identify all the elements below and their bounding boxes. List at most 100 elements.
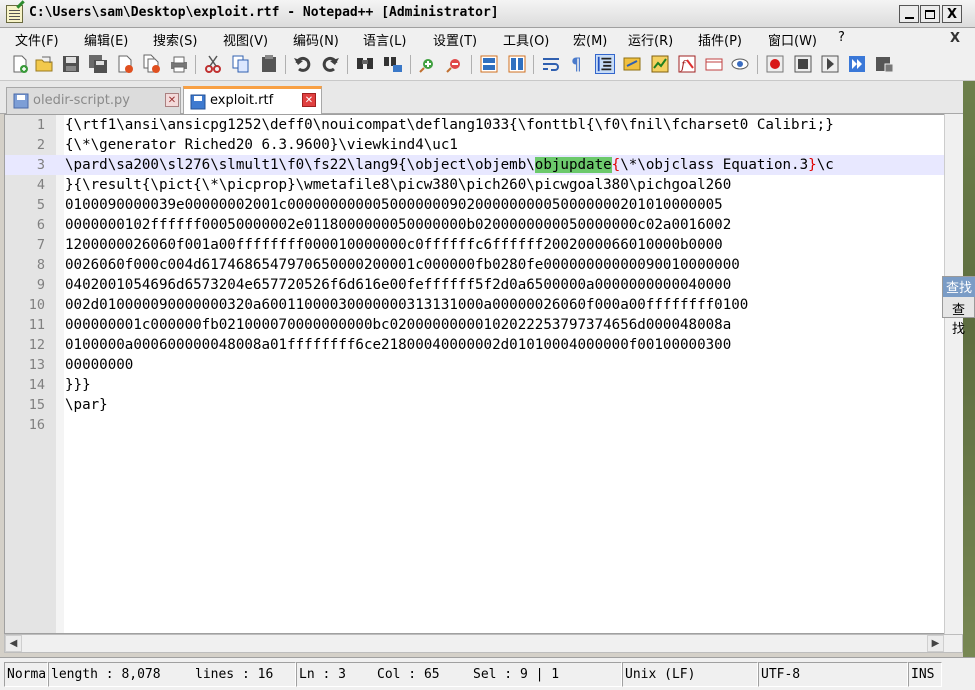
close-document-button[interactable]: X bbox=[950, 31, 960, 46]
close-all-icon[interactable] bbox=[142, 54, 162, 74]
line-text: 000000001c000000fb021000070000000000bc02… bbox=[65, 317, 732, 333]
run-macro-multiple-icon[interactable] bbox=[847, 54, 867, 74]
tab-oledir-script[interactable]: oledir-script.py ✕ bbox=[6, 87, 181, 114]
status-col-text: Col : 65 bbox=[377, 667, 440, 682]
line-text: {\rtf1\ansi\ansicpg1252\deff0\nouicompat… bbox=[65, 117, 834, 133]
toolbar-separator bbox=[347, 55, 348, 74]
copy-icon[interactable] bbox=[231, 54, 251, 74]
udl-icon[interactable] bbox=[622, 54, 642, 74]
paste-icon[interactable] bbox=[259, 54, 279, 74]
close-tab-button[interactable]: ✕ bbox=[165, 93, 179, 107]
line-number: 2 bbox=[36, 137, 45, 153]
close-tab-button[interactable]: ✕ bbox=[302, 93, 316, 107]
line-text: 002d010000090000000320a60011000030000000… bbox=[65, 297, 749, 313]
save-all-icon[interactable] bbox=[88, 54, 108, 74]
scroll-right-icon[interactable]: ▶ bbox=[927, 635, 944, 652]
print-icon[interactable] bbox=[169, 54, 189, 74]
save-macro-icon[interactable] bbox=[874, 54, 894, 74]
menu-macro[interactable]: 宏(M) bbox=[573, 30, 607, 49]
tab-label: oledir-script.py bbox=[33, 93, 130, 108]
menu-run[interactable]: 运行(R) bbox=[628, 30, 673, 49]
tab-label: exploit.rtf bbox=[210, 93, 274, 108]
vertical-scrollbar[interactable] bbox=[944, 114, 963, 634]
menu-tools[interactable]: 工具(O) bbox=[503, 30, 549, 49]
menu-view[interactable]: 视图(V) bbox=[223, 30, 268, 49]
zoom-out-icon[interactable] bbox=[445, 54, 465, 74]
maximize-button[interactable] bbox=[920, 5, 940, 23]
find-panel-header: 查找 bbox=[943, 277, 975, 297]
open-file-icon[interactable] bbox=[34, 54, 54, 74]
tab-exploit-rtf[interactable]: exploit.rtf ✕ bbox=[183, 86, 322, 114]
status-length-text: length : 8,078 bbox=[51, 667, 161, 682]
folder-workspace-icon[interactable] bbox=[704, 54, 724, 74]
status-bar: Normal length : 8,078 lines : 16 Ln : 3 Co… bbox=[0, 657, 975, 690]
line-text: 1200000026060f001a00ffffffff000010000000… bbox=[65, 237, 723, 253]
toolbar-separator bbox=[471, 55, 472, 74]
cut-icon[interactable] bbox=[203, 54, 223, 74]
line-text: 0402001054696d6573204e657720526f6d616e00… bbox=[65, 277, 732, 293]
line-text: 0026060f000c004d617468654797065000020000… bbox=[65, 257, 740, 273]
line-number: 7 bbox=[36, 237, 45, 253]
horizontal-scrollbar[interactable]: ◀ ▶ bbox=[4, 634, 963, 653]
menu-settings[interactable]: 设置(T) bbox=[433, 30, 477, 49]
toolbar: ¶ f bbox=[0, 49, 975, 81]
close-file-icon[interactable] bbox=[115, 54, 135, 74]
record-macro-icon[interactable] bbox=[765, 54, 785, 74]
word-wrap-icon[interactable] bbox=[541, 54, 561, 74]
zoom-in-icon[interactable] bbox=[418, 54, 438, 74]
line-text: }{\result{\pict{\*\picprop}\wmetafile8\p… bbox=[65, 177, 732, 193]
line-number: 16 bbox=[28, 417, 45, 433]
undo-icon[interactable] bbox=[293, 54, 313, 74]
code-line: 2 {\*\generator Riched20 6.3.9600}\viewki… bbox=[5, 135, 945, 155]
monitoring-icon[interactable] bbox=[730, 54, 750, 74]
toolbar-separator bbox=[757, 55, 758, 74]
close-window-button[interactable]: X bbox=[942, 5, 962, 23]
line-text: \par} bbox=[65, 397, 108, 413]
menu-bar: 文件(F) 编辑(E) 搜索(S) 视图(V) 编码(N) 语言(L) 设置(T… bbox=[0, 28, 975, 49]
menu-window[interactable]: 窗口(W) bbox=[768, 30, 817, 49]
menu-edit[interactable]: 编辑(E) bbox=[84, 30, 128, 49]
menu-file[interactable]: 文件(F) bbox=[15, 30, 59, 49]
sync-horizontal-icon[interactable] bbox=[507, 54, 527, 74]
menu-plugins[interactable]: 插件(P) bbox=[698, 30, 742, 49]
redo-icon[interactable] bbox=[320, 54, 340, 74]
sync-vertical-icon[interactable] bbox=[479, 54, 499, 74]
status-eol: Unix (LF) bbox=[622, 662, 758, 687]
editor-area[interactable]: 1 {\rtf1\ansi\ansicpg1252\deff0\nouicompa… bbox=[4, 114, 963, 634]
tab-bar: oledir-script.py ✕ exploit.rtf ✕ bbox=[0, 81, 975, 114]
menu-encoding[interactable]: 编码(N) bbox=[293, 30, 339, 49]
play-macro-icon[interactable] bbox=[820, 54, 840, 74]
svg-text:¶: ¶ bbox=[571, 55, 582, 74]
replace-icon[interactable] bbox=[383, 54, 403, 74]
minimize-icon bbox=[904, 17, 914, 19]
doc-map-icon[interactable] bbox=[650, 54, 670, 74]
code-line: 11 000000001c000000fb021000070000000000bc… bbox=[5, 315, 945, 335]
function-list-icon[interactable]: f bbox=[677, 54, 697, 74]
show-all-chars-icon[interactable]: ¶ bbox=[567, 54, 587, 74]
find-icon[interactable] bbox=[355, 54, 375, 74]
line-text-middle: \*\objclass Equation.3 bbox=[620, 157, 809, 173]
find-panel[interactable]: 查找 查找 bbox=[942, 276, 975, 337]
line-text-prefix: \pard\sa200\sl276\slmult1\f0\fs22\lang9{… bbox=[65, 157, 535, 173]
line-number: 11 bbox=[28, 317, 45, 333]
line-number: 10 bbox=[28, 297, 45, 313]
brace-match: { bbox=[611, 157, 621, 173]
minimize-button[interactable] bbox=[899, 5, 919, 23]
line-text: 00000000 bbox=[65, 357, 134, 373]
indent-guide-icon[interactable] bbox=[595, 54, 615, 74]
status-length: length : 8,078 lines : 16 bbox=[48, 662, 296, 687]
line-number: 1 bbox=[36, 117, 45, 133]
new-file-icon[interactable] bbox=[10, 54, 30, 74]
menu-help[interactable]: ? bbox=[838, 30, 845, 45]
line-number: 15 bbox=[28, 397, 45, 413]
code-line: 5 0100090000039e00000002001c0000000000050… bbox=[5, 195, 945, 215]
toolbar-separator bbox=[533, 55, 534, 74]
stop-macro-icon[interactable] bbox=[793, 54, 813, 74]
menu-search[interactable]: 搜索(S) bbox=[153, 30, 197, 49]
save-icon[interactable] bbox=[61, 54, 81, 74]
menu-language[interactable]: 语言(L) bbox=[363, 30, 406, 49]
scroll-left-icon[interactable]: ◀ bbox=[5, 635, 22, 652]
line-text: \pard\sa200\sl276\slmult1\f0\fs22\lang9{… bbox=[65, 155, 834, 175]
status-ln-text: Ln : 3 bbox=[299, 667, 346, 682]
code-line: 7 1200000026060f001a00ffffffff00001000000… bbox=[5, 235, 945, 255]
